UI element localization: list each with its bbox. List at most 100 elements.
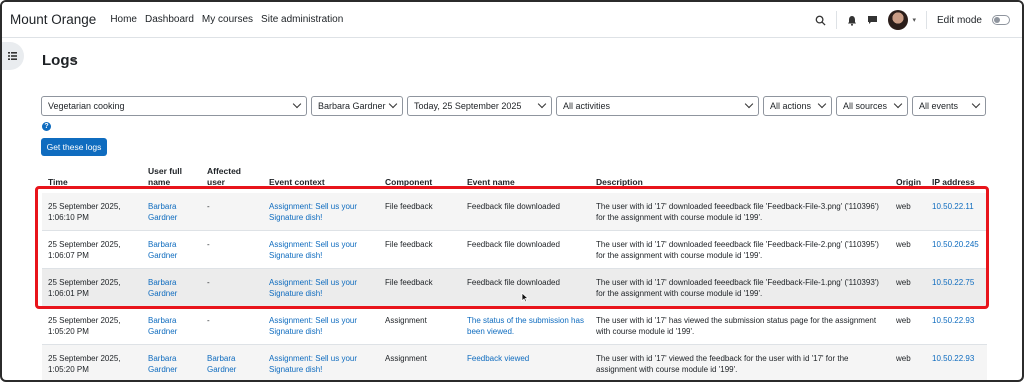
activity-select[interactable]: All activities: [556, 96, 759, 116]
course-index-drawer-button[interactable]: [2, 42, 24, 70]
cell-affected-user: -: [207, 316, 210, 325]
table-row: 25 September 2025, 1:06:07 PM Barbara Ga…: [42, 231, 987, 269]
header-event-name[interactable]: Event name: [467, 177, 515, 188]
cell-event-context-link[interactable]: Assignment: Sell us your Signature dish!: [269, 201, 374, 223]
sources-select[interactable]: All sources: [836, 96, 908, 116]
cell-component: Assignment: [385, 316, 427, 325]
course-select-value: Vegetarian cooking: [48, 101, 125, 111]
cell-ip-link[interactable]: 10.50.20.245: [932, 239, 979, 250]
header-ip-address[interactable]: IP address: [932, 177, 975, 188]
cell-affected-user: -: [207, 202, 210, 211]
primary-navigation: Home Dashboard My courses Site administr…: [110, 14, 343, 25]
header-user-full-name[interactable]: User full name: [148, 166, 196, 188]
chevron-down-icon: [893, 99, 903, 109]
cell-component: File feedback: [385, 202, 433, 211]
mouse-cursor-icon: [521, 292, 530, 303]
edit-mode-label: Edit mode: [936, 14, 982, 26]
cell-user-link[interactable]: Barbara Gardner: [148, 315, 192, 337]
cell-origin: web: [896, 316, 911, 325]
navbar-actions: ▾ Edit mode: [815, 2, 1010, 38]
cell-event-name: Feedback file downloaded: [467, 240, 560, 249]
cell-description: The user with id '17' has viewed the sub…: [596, 316, 877, 336]
cell-event-name: Feedback file downloaded: [467, 278, 560, 287]
cell-event-context-link[interactable]: Assignment: Sell us your Signature dish!: [269, 353, 374, 375]
app-window: Mount Orange Home Dashboard My courses S…: [0, 0, 1024, 382]
table-header: Time User full name Affected user Event …: [42, 162, 987, 188]
cell-time: 25 September 2025, 1:05:20 PM: [48, 316, 121, 336]
nav-dashboard[interactable]: Dashboard: [145, 14, 194, 25]
cell-time: 25 September 2025, 1:06:07 PM: [48, 240, 121, 260]
course-select[interactable]: Vegetarian cooking: [41, 96, 307, 116]
table-row: 25 September 2025, 1:06:10 PM Barbara Ga…: [42, 193, 987, 231]
cell-event-context-link[interactable]: Assignment: Sell us your Signature dish!: [269, 239, 374, 261]
cell-ip-link[interactable]: 10.50.22.93: [932, 353, 974, 364]
messages-icon[interactable]: [867, 15, 878, 25]
site-brand[interactable]: Mount Orange: [10, 12, 96, 27]
cell-affected-user-link[interactable]: Barbara Gardner: [207, 353, 251, 375]
user-select[interactable]: Barbara Gardner: [311, 96, 403, 116]
cell-origin: web: [896, 278, 911, 287]
header-component[interactable]: Component: [385, 177, 432, 188]
actions-select[interactable]: All actions: [763, 96, 832, 116]
header-time[interactable]: Time: [48, 177, 68, 188]
cell-origin: web: [896, 354, 911, 363]
edit-mode-toggle[interactable]: [992, 15, 1010, 25]
cell-component: Assignment: [385, 354, 427, 363]
cell-event-context-link[interactable]: Assignment: Sell us your Signature dish!: [269, 315, 374, 337]
events-select[interactable]: All events: [912, 96, 986, 116]
cell-user-link[interactable]: Barbara Gardner: [148, 201, 192, 223]
cell-event-name-link[interactable]: The status of the submission has been vi…: [467, 315, 585, 337]
cell-event-name-link[interactable]: Feedback viewed: [467, 353, 585, 364]
cell-time: 25 September 2025, 1:05:20 PM: [48, 354, 121, 374]
cell-ip-link[interactable]: 10.50.22.11: [932, 201, 974, 212]
help-icon[interactable]: ?: [42, 122, 51, 131]
chevron-down-icon: [744, 99, 754, 109]
cell-ip-link[interactable]: 10.50.22.75: [932, 277, 974, 288]
page-title-chevron-down-icon[interactable]: ▾: [72, 56, 76, 65]
actions-select-value: All actions: [770, 101, 812, 111]
sources-select-value: All sources: [843, 101, 888, 111]
get-logs-button[interactable]: Get these logs: [41, 138, 107, 156]
user-menu-chevron-down-icon[interactable]: ▾: [912, 16, 916, 24]
cell-component: File feedback: [385, 240, 433, 249]
cell-ip-link[interactable]: 10.50.22.93: [932, 315, 974, 326]
nav-site-administration[interactable]: Site administration: [261, 14, 343, 25]
cell-user-link[interactable]: Barbara Gardner: [148, 277, 192, 299]
cell-affected-user: -: [207, 278, 210, 287]
chevron-down-icon: [971, 99, 981, 109]
top-navbar: Mount Orange Home Dashboard My courses S…: [2, 2, 1022, 38]
table-row: 25 September 2025, 1:05:20 PM Barbara Ga…: [42, 307, 987, 345]
notification-bell-icon[interactable]: [847, 15, 857, 26]
user-avatar[interactable]: [888, 10, 909, 30]
cell-event-context-link[interactable]: Assignment: Sell us your Signature dish!: [269, 277, 374, 299]
header-origin[interactable]: Origin: [896, 177, 921, 188]
header-affected-user[interactable]: Affected user: [207, 166, 247, 188]
chevron-down-icon: [292, 99, 302, 109]
nav-my-courses[interactable]: My courses: [202, 14, 253, 25]
chevron-down-icon: [817, 99, 827, 109]
navbar-divider: [836, 11, 838, 29]
cell-time: 25 September 2025, 1:06:10 PM: [48, 202, 121, 222]
events-select-value: All events: [919, 101, 959, 111]
cell-origin: web: [896, 240, 911, 249]
nav-home[interactable]: Home: [110, 14, 137, 25]
cell-event-name: Feedback file downloaded: [467, 202, 560, 211]
cell-description: The user with id '17' downloaded feeedba…: [596, 278, 879, 298]
cell-time: 25 September 2025, 1:06:01 PM: [48, 278, 121, 298]
chevron-down-icon: [388, 99, 398, 109]
cell-user-link[interactable]: Barbara Gardner: [148, 239, 192, 261]
cell-description: The user with id '17' downloaded feeedba…: [596, 240, 879, 260]
header-description[interactable]: Description: [596, 177, 643, 188]
table-row: 25 September 2025, 1:06:01 PM Barbara Ga…: [42, 269, 987, 307]
cell-description: The user with id '17' downloaded feeedba…: [596, 202, 879, 222]
cell-user-link[interactable]: Barbara Gardner: [148, 353, 192, 375]
table-row: 25 September 2025, 1:05:20 PM Barbara Ga…: [42, 345, 987, 380]
activity-select-value: All activities: [563, 101, 611, 111]
search-icon[interactable]: [815, 15, 826, 26]
date-select[interactable]: Today, 25 September 2025: [407, 96, 552, 116]
date-select-value: Today, 25 September 2025: [414, 101, 522, 111]
cell-description: The user with id '17' viewed the feedbac…: [596, 354, 849, 374]
header-event-context[interactable]: Event context: [269, 177, 325, 188]
chevron-down-icon: [537, 99, 547, 109]
navbar-divider-2: [925, 11, 927, 29]
